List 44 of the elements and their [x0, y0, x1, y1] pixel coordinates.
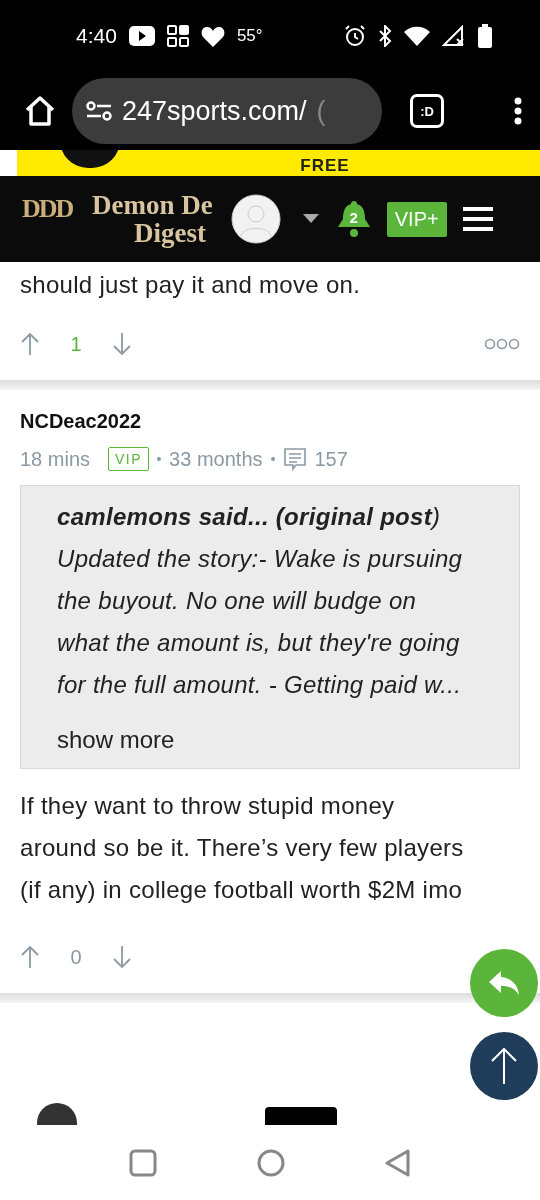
- weather-temperature: 55°: [236, 26, 263, 46]
- avatar-icon[interactable]: [230, 194, 281, 244]
- site-settings-icon[interactable]: [86, 101, 112, 121]
- vote-count: 0: [69, 945, 83, 969]
- downvote-icon[interactable]: [112, 332, 132, 356]
- heart-icon: [200, 25, 225, 47]
- clock: 4:40: [76, 24, 117, 48]
- cellular-signal-icon: [442, 25, 466, 47]
- reply-icon: [487, 969, 521, 997]
- user-avatar[interactable]: [37, 1103, 77, 1125]
- comment-icon: [282, 447, 307, 471]
- upvote-icon[interactable]: [20, 332, 40, 356]
- show-more-link[interactable]: show more: [57, 722, 469, 758]
- battery-icon: [478, 24, 492, 48]
- post-count: 157: [314, 447, 348, 471]
- ad-banner[interactable]: FREE: [0, 150, 540, 176]
- alarm-icon: [344, 25, 366, 47]
- dropdown-caret-icon[interactable]: [302, 214, 319, 224]
- vip-badge: VIP: [108, 447, 150, 471]
- post-text: should just pay it and move on.: [20, 270, 362, 300]
- post-text: If they want to throw stupid money around so be it. There’s very few players (if any) in college football worth $2M imo: [20, 791, 465, 905]
- vote-count: 1: [69, 332, 83, 356]
- site-title[interactable]: Demon De Digest: [92, 191, 213, 247]
- recents-icon[interactable]: [129, 1148, 157, 1177]
- back-icon[interactable]: [385, 1148, 411, 1177]
- site-monogram: DDD: [22, 193, 74, 225]
- more-options-icon[interactable]: [514, 97, 522, 125]
- tab-switcher-button[interactable]: :D: [410, 94, 444, 128]
- url-text-cut: (: [316, 95, 326, 127]
- upvote-icon[interactable]: [20, 945, 40, 969]
- quote-text: camlemons said... (original post) Updated the story:- Wake is pursuing the buyout. No one will budge on what the amount is, but they're going for the full amount. - Getting paid w...: [57, 502, 464, 700]
- member-tenure: 33 months: [169, 447, 263, 471]
- url-text: 247sports.com/: [122, 95, 307, 127]
- wifi-icon: [404, 26, 430, 46]
- arrow-up-icon: [489, 1046, 519, 1086]
- address-bar[interactable]: 247sports.com/ (: [72, 78, 382, 144]
- bluetooth-icon: [378, 25, 392, 47]
- downvote-icon[interactable]: [112, 945, 132, 969]
- video-play-icon: [128, 26, 155, 46]
- widgets-icon: [166, 25, 189, 47]
- post-time: 18 mins: [20, 447, 91, 471]
- post-author[interactable]: NCDeac2022: [20, 410, 520, 433]
- menu-icon[interactable]: [462, 207, 493, 231]
- ad-text: FREE: [300, 156, 350, 176]
